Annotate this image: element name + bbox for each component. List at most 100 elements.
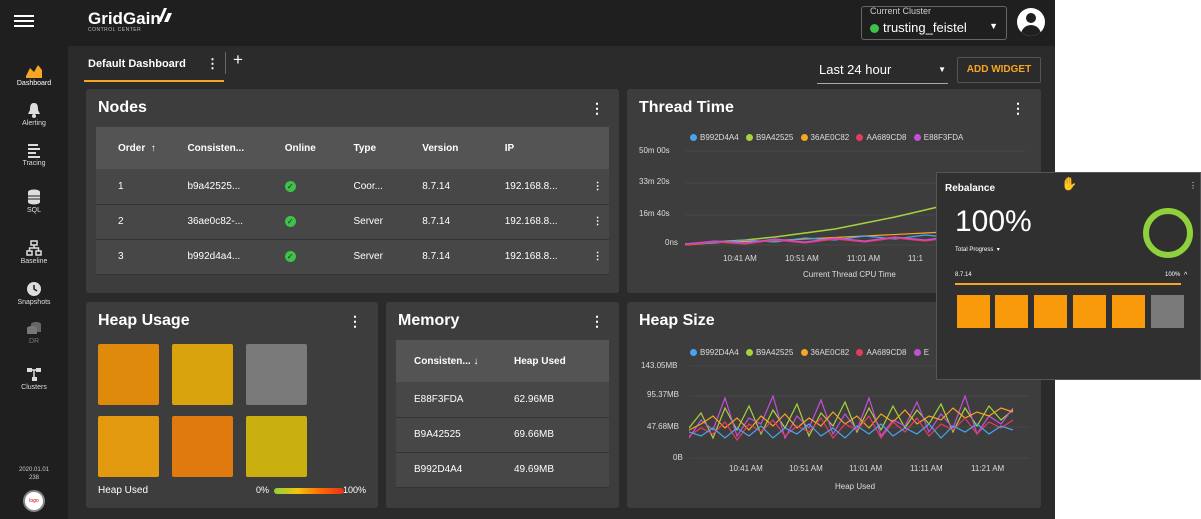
sidebar-item-label: Alerting: [22, 120, 46, 127]
sidebar-item-alerting[interactable]: Alerting: [0, 102, 68, 127]
widget-menu-icon[interactable]: ⋮: [590, 100, 604, 117]
column-header-type[interactable]: Type: [343, 127, 413, 169]
nodes-widget: Nodes ⋮ Order ↑ Consisten... Online Type…: [86, 89, 619, 293]
brand-logo-mark: [158, 8, 172, 22]
row-menu-icon[interactable]: ⋮: [584, 169, 609, 205]
column-header-order[interactable]: Order ↑: [96, 127, 178, 169]
sidebar-item-snapshots[interactable]: Snapshots: [0, 281, 68, 306]
sidebar-item-label: Baseline: [20, 258, 48, 265]
tab-menu-icon[interactable]: ⋮: [206, 56, 219, 72]
period-value: Last 24 hour: [819, 62, 892, 77]
total-progress-select[interactable]: Total Progress ▾: [955, 246, 1000, 253]
add-widget-button[interactable]: ADD WIDGET: [957, 57, 1041, 83]
dashboard-icon: [26, 65, 42, 78]
y-tick-label: 143.05MB: [641, 361, 678, 370]
top-bar: GridGain CONTROL CENTER Current Cluster …: [0, 0, 1055, 46]
cell-ip: 192.168.8...: [494, 169, 585, 205]
partition-tile[interactable]: [957, 295, 990, 328]
caret-down-icon: ▼: [989, 21, 998, 31]
cell-version: 8.7.14: [412, 204, 495, 240]
sidebar-item-tracing[interactable]: Tracing: [0, 142, 68, 167]
heap-color-scale: [274, 488, 344, 494]
period-select[interactable]: Last 24 hour ▼: [817, 56, 948, 84]
cell-heap-used: 62.96MB: [504, 382, 609, 418]
x-tick-label: 10:51 AM: [785, 254, 819, 263]
sidebar: Dashboard Alerting Tracing SQL Baseline …: [0, 46, 68, 519]
x-tick-label: 11:21 AM: [971, 464, 1005, 473]
cell-ip: 192.168.8...: [494, 239, 585, 275]
chevron-up-icon[interactable]: ^: [1184, 272, 1187, 279]
partition-tile[interactable]: [1151, 295, 1184, 328]
heap-tile[interactable]: [246, 416, 307, 477]
tab-label: Default Dashboard: [88, 58, 186, 70]
grab-hand-icon: ✋: [1061, 176, 1078, 191]
y-tick-label: 0ns: [665, 238, 678, 247]
user-avatar-icon[interactable]: [1017, 8, 1045, 36]
brand-subtitle: CONTROL CENTER: [88, 27, 142, 33]
heap-tile[interactable]: [98, 344, 159, 405]
tab-divider: [225, 52, 226, 74]
x-tick-label: 11:11 AM: [910, 464, 943, 473]
database-icon: [28, 189, 40, 205]
widget-menu-icon[interactable]: ⋮: [590, 313, 604, 330]
brand-logo[interactable]: GridGain: [88, 9, 161, 29]
table-row[interactable]: B992D4A4 49.69MB: [396, 452, 609, 488]
version-number: 2020.01.01: [18, 467, 50, 473]
add-tab-icon[interactable]: +: [233, 50, 243, 70]
row-menu-icon[interactable]: ⋮: [584, 239, 609, 275]
cluster-status-dot: [870, 24, 879, 33]
sidebar-item-label: Snapshots: [17, 299, 51, 306]
cluster-select[interactable]: Current Cluster trusting_feistel ▼: [861, 6, 1007, 40]
heap-tile[interactable]: [172, 416, 233, 477]
nodes-table: Order ↑ Consisten... Online Type Version…: [96, 127, 609, 275]
cell-online: ✓: [274, 169, 344, 205]
column-header-ip[interactable]: IP: [494, 127, 585, 169]
table-row[interactable]: B9A42525 69.66MB: [396, 417, 609, 453]
column-header-online[interactable]: Online: [274, 127, 344, 169]
partition-tile[interactable]: [1112, 295, 1145, 328]
sidebar-item-clusters[interactable]: Clusters: [0, 366, 68, 391]
table-row[interactable]: E88F3FDA 62.96MB: [396, 382, 609, 418]
sidebar-item-sql[interactable]: SQL: [0, 189, 68, 214]
row-menu-icon[interactable]: ⋮: [584, 204, 609, 240]
build-number: 238: [28, 475, 39, 481]
table-header-row: Consisten... ↓ Heap Used: [396, 340, 609, 382]
partition-tile[interactable]: [995, 295, 1028, 328]
column-header-heap-used[interactable]: Heap Used: [504, 340, 609, 382]
cell-heap-used: 49.69MB: [504, 452, 609, 488]
tab-default-dashboard[interactable]: Default Dashboard ⋮: [84, 52, 224, 82]
cell-version: 8.7.14: [412, 239, 495, 275]
tracing-icon: [28, 144, 40, 158]
y-tick-label: 0B: [673, 453, 683, 462]
progress-ring: [1143, 208, 1193, 258]
column-header-id[interactable]: Consisten... ↓: [396, 340, 504, 382]
column-header-id[interactable]: Consisten...: [177, 127, 275, 169]
partition-tile[interactable]: [1034, 295, 1067, 328]
menu-icon[interactable]: [14, 12, 34, 34]
y-tick-label: 95.37MB: [647, 390, 680, 399]
baseline-icon: [26, 240, 42, 256]
column-header-version[interactable]: Version: [412, 127, 495, 169]
heap-tile[interactable]: [172, 344, 233, 405]
sidebar-item-dashboard[interactable]: Dashboard: [0, 62, 68, 87]
sidebar-item-label: SQL: [26, 207, 41, 214]
widget-menu-icon[interactable]: ⋮: [348, 313, 362, 330]
rebalance-widget[interactable]: Rebalance ✋ ⋮ 100% Total Progress ▾ 8.7.…: [936, 172, 1201, 380]
chart-legend: B992D4A4 B9A42525 36AE0C82 AA689CD8 E: [685, 348, 929, 357]
widget-title: Heap Size: [639, 312, 715, 329]
partition-tile[interactable]: [1073, 295, 1106, 328]
table-row[interactable]: 1 b9a42525... ✓ Coor... 8.7.14 192.168.8…: [96, 169, 609, 205]
heap-tile[interactable]: [98, 416, 159, 477]
sidebar-item-dr[interactable]: DR: [0, 320, 68, 345]
widget-menu-icon[interactable]: ⋮: [1011, 100, 1025, 117]
widget-title: Rebalance: [945, 183, 996, 194]
widget-title: Memory: [398, 312, 460, 329]
table-row[interactable]: 3 b992d4a4... ✓ Server 8.7.14 192.168.8.…: [96, 239, 609, 275]
table-row[interactable]: 2 36ae0c82-... ✓ Server 8.7.14 192.168.8…: [96, 204, 609, 240]
widget-menu-icon[interactable]: ⋮: [1189, 181, 1197, 190]
cell-version: 8.7.14: [412, 169, 495, 205]
clock-icon: [27, 282, 41, 296]
y-tick-label: 16m 40s: [639, 209, 670, 218]
heap-tile[interactable]: [246, 344, 307, 405]
sidebar-item-baseline[interactable]: Baseline: [0, 240, 68, 265]
